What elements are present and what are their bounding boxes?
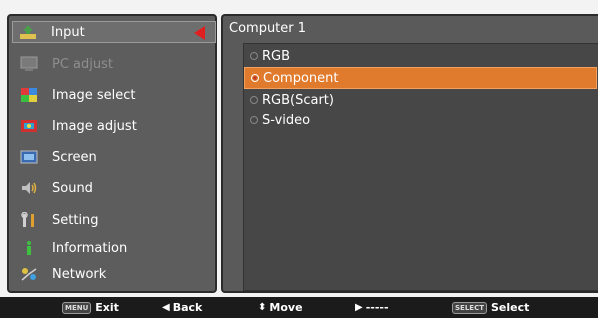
menu-item-label: PC adjust bbox=[52, 56, 113, 72]
option-s-video[interactable]: S-video bbox=[244, 110, 597, 130]
option-label: S-video bbox=[262, 112, 311, 128]
image-select-icon bbox=[20, 87, 38, 103]
speaker-icon bbox=[20, 180, 38, 196]
menu-item-label: Input bbox=[51, 24, 85, 40]
option-rgb-scart[interactable]: RGB(Scart) bbox=[244, 90, 597, 110]
option-rgb[interactable]: RGB bbox=[244, 46, 597, 66]
option-component[interactable]: Component bbox=[244, 67, 597, 89]
hint-label: Back bbox=[172, 301, 203, 314]
menu-item-label: Information bbox=[52, 240, 128, 256]
menu-item-setting[interactable]: Setting bbox=[14, 208, 214, 232]
menu-item-label: Network bbox=[52, 266, 107, 282]
select-key-icon: SELECT bbox=[452, 301, 487, 314]
menu-item-image-select[interactable]: Image select bbox=[14, 83, 214, 107]
hint-label: Move bbox=[269, 301, 303, 314]
hint-select: SELECT Select bbox=[452, 301, 529, 314]
radio-icon bbox=[250, 116, 258, 124]
menu-item-screen[interactable]: Screen bbox=[14, 145, 214, 169]
projector-osd-screen: Input PC adjust Image select Image adjus… bbox=[0, 0, 598, 318]
menu-item-input[interactable]: Input bbox=[12, 21, 216, 43]
hint-label: ----- bbox=[365, 301, 389, 314]
radio-selected-icon bbox=[251, 74, 259, 82]
up-down-arrow-icon: ⬍ bbox=[258, 302, 267, 313]
menu-key-icon: MENU bbox=[62, 301, 92, 314]
hint-back: ◀ Back bbox=[162, 301, 202, 314]
left-arrow-icon: ◀ bbox=[162, 302, 170, 313]
menu-item-label: Screen bbox=[52, 149, 97, 165]
menu-item-sound[interactable]: Sound bbox=[14, 176, 214, 200]
image-adjust-icon bbox=[20, 118, 38, 134]
menu-item-network[interactable]: Network bbox=[14, 262, 214, 286]
menu-item-image-adjust[interactable]: Image adjust bbox=[14, 114, 214, 138]
network-icon bbox=[20, 266, 38, 282]
option-label: RGB(Scart) bbox=[262, 92, 334, 108]
monitor-icon bbox=[20, 56, 38, 72]
hint-next: ▶ ----- bbox=[355, 301, 389, 314]
main-menu-panel: Input PC adjust Image select Image adjus… bbox=[7, 14, 217, 293]
tools-icon bbox=[20, 212, 38, 228]
hint-move: ⬍ Move bbox=[258, 301, 303, 314]
right-arrow-icon: ▶ bbox=[355, 302, 363, 313]
menu-item-label: Image adjust bbox=[52, 118, 137, 134]
menu-item-label: Image select bbox=[52, 87, 136, 103]
menu-item-information[interactable]: Information bbox=[14, 236, 214, 260]
navigation-hint-bar: MENU Exit ◀ Back ⬍ Move ▶ ----- SELECT S… bbox=[0, 297, 598, 318]
hint-label: Select bbox=[490, 301, 530, 314]
submenu-title: Computer 1 bbox=[229, 21, 307, 36]
input-icon bbox=[19, 24, 37, 40]
selected-arrow-icon bbox=[194, 26, 205, 40]
menu-item-pc-adjust[interactable]: PC adjust bbox=[14, 52, 214, 76]
options-list: RGB Component RGB(Scart) S-video bbox=[243, 43, 598, 291]
menu-item-label: Setting bbox=[52, 212, 99, 228]
hint-label: Exit bbox=[95, 301, 119, 314]
option-label: Component bbox=[263, 70, 339, 86]
hint-exit: MENU Exit bbox=[62, 301, 119, 314]
option-label: RGB bbox=[262, 48, 291, 64]
info-icon bbox=[20, 240, 38, 256]
radio-icon bbox=[250, 96, 258, 104]
submenu-panel: Computer 1 RGB Component RGB(Scart) S-vi… bbox=[221, 14, 598, 293]
radio-icon bbox=[250, 52, 258, 60]
menu-item-label: Sound bbox=[52, 180, 93, 196]
screen-icon bbox=[20, 149, 38, 165]
